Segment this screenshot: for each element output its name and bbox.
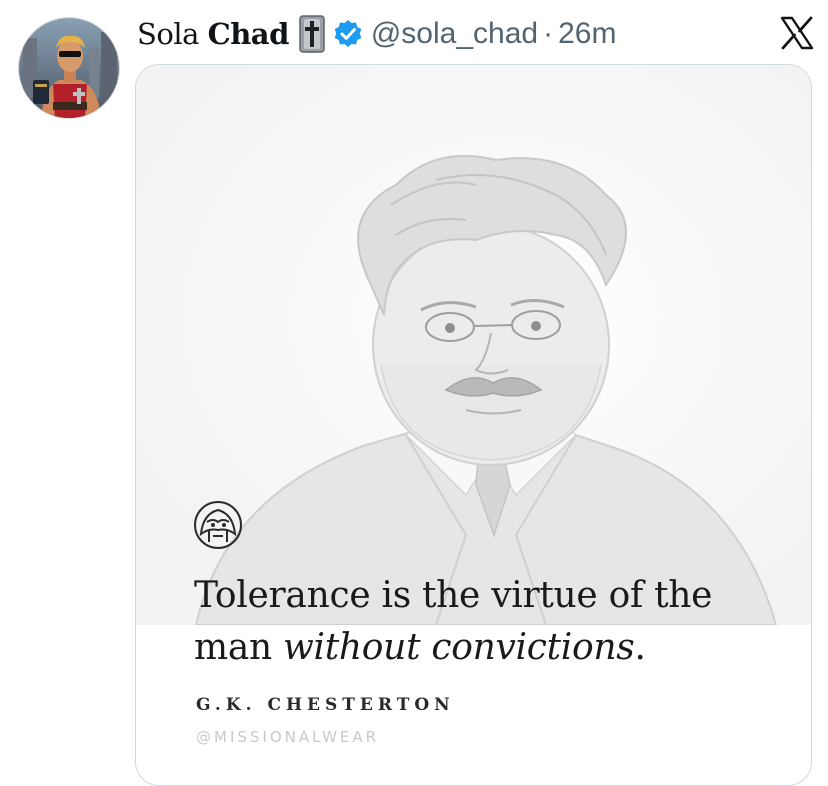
avatar[interactable] xyxy=(18,17,120,119)
verified-badge-icon[interactable] xyxy=(333,19,363,49)
tweet-header: Sola Chad @sola_chad · 26m xyxy=(137,14,814,54)
avatar-image xyxy=(19,18,119,118)
user-handle[interactable]: @sola_chad xyxy=(371,17,538,51)
quote-text: Tolerance is the virtue of the man witho… xyxy=(194,575,713,668)
separator-dot: · xyxy=(543,17,554,50)
watermark-handle: @MISSIONALWEAR xyxy=(196,728,380,746)
missional-wear-logo-icon xyxy=(193,500,243,550)
x-logo-icon[interactable] xyxy=(780,16,814,50)
media-card[interactable]: Tolerance is the virtue of the man witho… xyxy=(135,64,812,786)
display-name[interactable]: Sola Chad xyxy=(137,17,289,51)
timestamp[interactable]: 26m xyxy=(558,17,616,51)
quote-author: G.K. CHESTERTON xyxy=(196,695,455,715)
cross-bookmark-icon xyxy=(299,15,325,53)
